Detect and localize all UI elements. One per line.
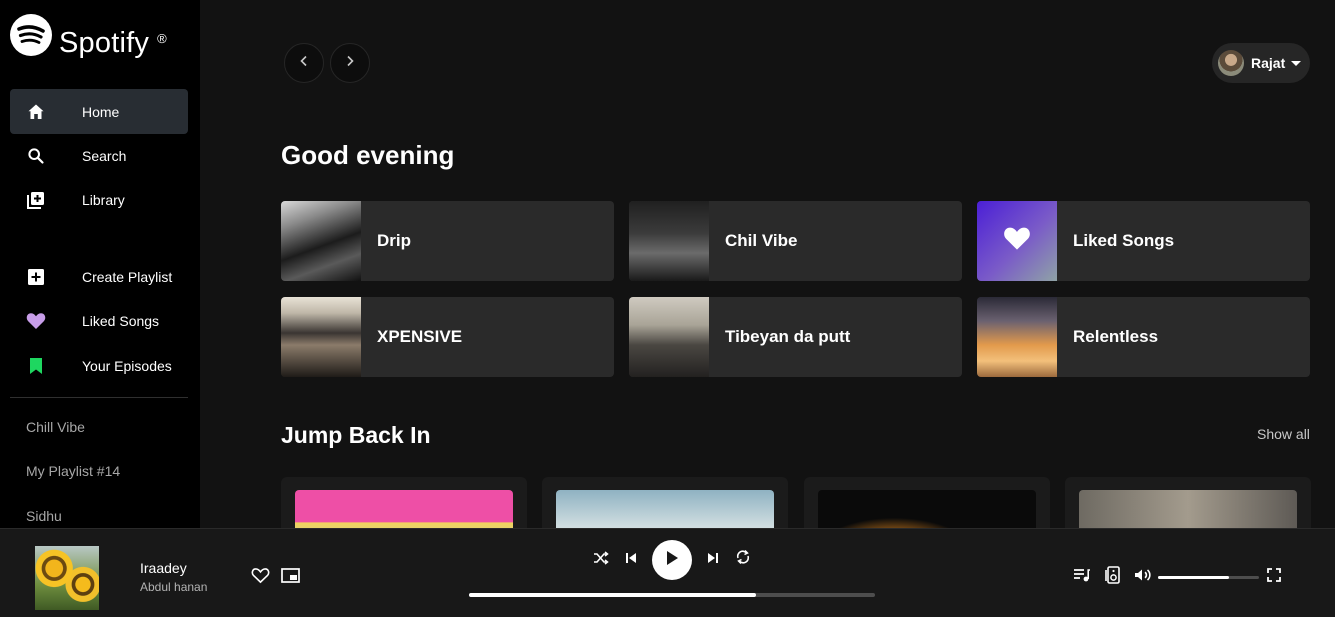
- track-artist[interactable]: Abdul hanan: [140, 580, 207, 594]
- liked-songs-cover: [977, 201, 1057, 281]
- spotify-logo[interactable]: Spotify ®: [10, 14, 167, 60]
- quick-pick-card[interactable]: XPENSIVE: [281, 297, 614, 377]
- card-title: Liked Songs: [1073, 231, 1175, 250]
- next-button[interactable]: [704, 551, 722, 569]
- album-card[interactable]: [281, 477, 527, 528]
- user-name: Rajat: [1251, 55, 1286, 71]
- chevron-left-icon: [299, 54, 309, 72]
- quick-pick-card[interactable]: Liked Songs: [977, 201, 1310, 281]
- repeat-icon: [735, 549, 751, 570]
- sidebar-divider: [10, 397, 188, 398]
- card-title: Chil Vibe: [725, 231, 798, 250]
- shuffle-icon: [593, 550, 609, 571]
- cover-art: [977, 297, 1057, 377]
- plus-icon: [26, 267, 46, 287]
- previous-button[interactable]: [622, 551, 640, 569]
- show-all-link[interactable]: Show all: [1257, 426, 1310, 442]
- track-title[interactable]: Iraadey: [140, 560, 187, 576]
- nav-label: Your Episodes: [82, 357, 172, 374]
- cover-art: [295, 490, 513, 528]
- cover-art: [1079, 490, 1297, 528]
- quick-pick-card[interactable]: Relentless: [977, 297, 1310, 377]
- nav-label: Search: [82, 147, 127, 164]
- picture-in-picture-button[interactable]: [280, 568, 300, 588]
- brand-name: Spotify: [59, 27, 150, 59]
- skip-back-icon: [625, 551, 637, 569]
- queue-icon: [1073, 568, 1091, 587]
- nav-label: Library: [82, 191, 125, 208]
- playlist-item[interactable]: Chill Vibe: [26, 419, 85, 435]
- speaker-device-icon: [1104, 565, 1120, 589]
- now-playing-cover[interactable]: [35, 546, 99, 610]
- nav-item-library[interactable]: Library: [10, 177, 188, 222]
- picture-in-picture-icon: [280, 568, 300, 588]
- album-card[interactable]: [804, 477, 1050, 528]
- volume-icon: [1134, 568, 1152, 587]
- playlist-item[interactable]: My Playlist #14: [26, 463, 120, 479]
- bookmark-icon: [26, 356, 46, 376]
- cover-art: [629, 297, 709, 377]
- volume-fill: [1158, 576, 1229, 579]
- quick-pick-card[interactable]: Drip: [281, 201, 614, 281]
- play-button[interactable]: [652, 540, 692, 580]
- playback-progress-bar[interactable]: [469, 593, 875, 597]
- avatar: [1218, 50, 1244, 76]
- spotify-logo-icon: [10, 14, 52, 56]
- cover-art: [281, 297, 361, 377]
- album-card[interactable]: [1065, 477, 1311, 528]
- queue-button[interactable]: [1072, 568, 1092, 586]
- connect-device-button[interactable]: [1103, 565, 1121, 589]
- mute-button[interactable]: [1133, 568, 1153, 586]
- nav-label: Liked Songs: [82, 312, 160, 329]
- play-icon: [665, 550, 679, 571]
- shuffle-button[interactable]: [592, 550, 610, 571]
- cover-art: [818, 490, 1036, 528]
- forward-button[interactable]: [330, 43, 370, 83]
- section-heading: Jump Back In: [281, 422, 431, 448]
- like-button[interactable]: [250, 568, 270, 588]
- heart-icon: [26, 311, 46, 331]
- user-menu-button[interactable]: Rajat: [1212, 43, 1310, 83]
- chevron-right-icon: [345, 54, 355, 72]
- heart-outline-icon: [251, 567, 270, 589]
- album-card[interactable]: [542, 477, 788, 528]
- home-icon: [26, 102, 46, 122]
- nav-item-home[interactable]: Home: [10, 89, 188, 134]
- fullscreen-button[interactable]: [1265, 567, 1283, 587]
- card-title: XPENSIVE: [377, 327, 463, 346]
- main-content: Rajat Good evening Drip Chil Vibe Liked …: [200, 0, 1335, 528]
- greeting-heading: Good evening: [281, 140, 455, 170]
- nav-item-liked-songs[interactable]: Liked Songs: [10, 298, 188, 343]
- quick-pick-card[interactable]: Tibeyan da putt: [629, 297, 962, 377]
- nav-item-create-playlist[interactable]: Create Playlist: [10, 254, 188, 299]
- card-title: Tibeyan da putt: [725, 327, 851, 346]
- playlist-item[interactable]: Sidhu: [26, 508, 62, 524]
- fullscreen-icon: [1267, 567, 1281, 587]
- repeat-button[interactable]: [734, 549, 752, 570]
- nav-label: Home: [82, 103, 120, 120]
- nav-item-your-episodes[interactable]: Your Episodes: [10, 343, 188, 388]
- player-bar: Iraadey Abdul hanan: [0, 528, 1335, 617]
- quick-pick-card[interactable]: Chil Vibe: [629, 201, 962, 281]
- card-title: Drip: [377, 231, 411, 250]
- progress-fill: [469, 593, 756, 597]
- sidebar: Spotify ® Home Search Library Create Pla…: [0, 0, 200, 528]
- cover-art: [629, 201, 709, 281]
- skip-forward-icon: [707, 551, 719, 569]
- back-button[interactable]: [284, 43, 324, 83]
- heart-icon: [1003, 226, 1031, 256]
- caret-down-icon: [1291, 60, 1302, 66]
- cover-art: [556, 490, 774, 528]
- cover-art: [281, 201, 361, 281]
- nav-label: Create Playlist: [82, 268, 173, 285]
- registered-mark: ®: [157, 31, 167, 46]
- volume-slider[interactable]: [1158, 576, 1259, 579]
- library-icon: [26, 190, 46, 210]
- card-title: Relentless: [1073, 327, 1159, 346]
- nav-item-search[interactable]: Search: [10, 133, 188, 178]
- search-icon: [26, 146, 46, 166]
